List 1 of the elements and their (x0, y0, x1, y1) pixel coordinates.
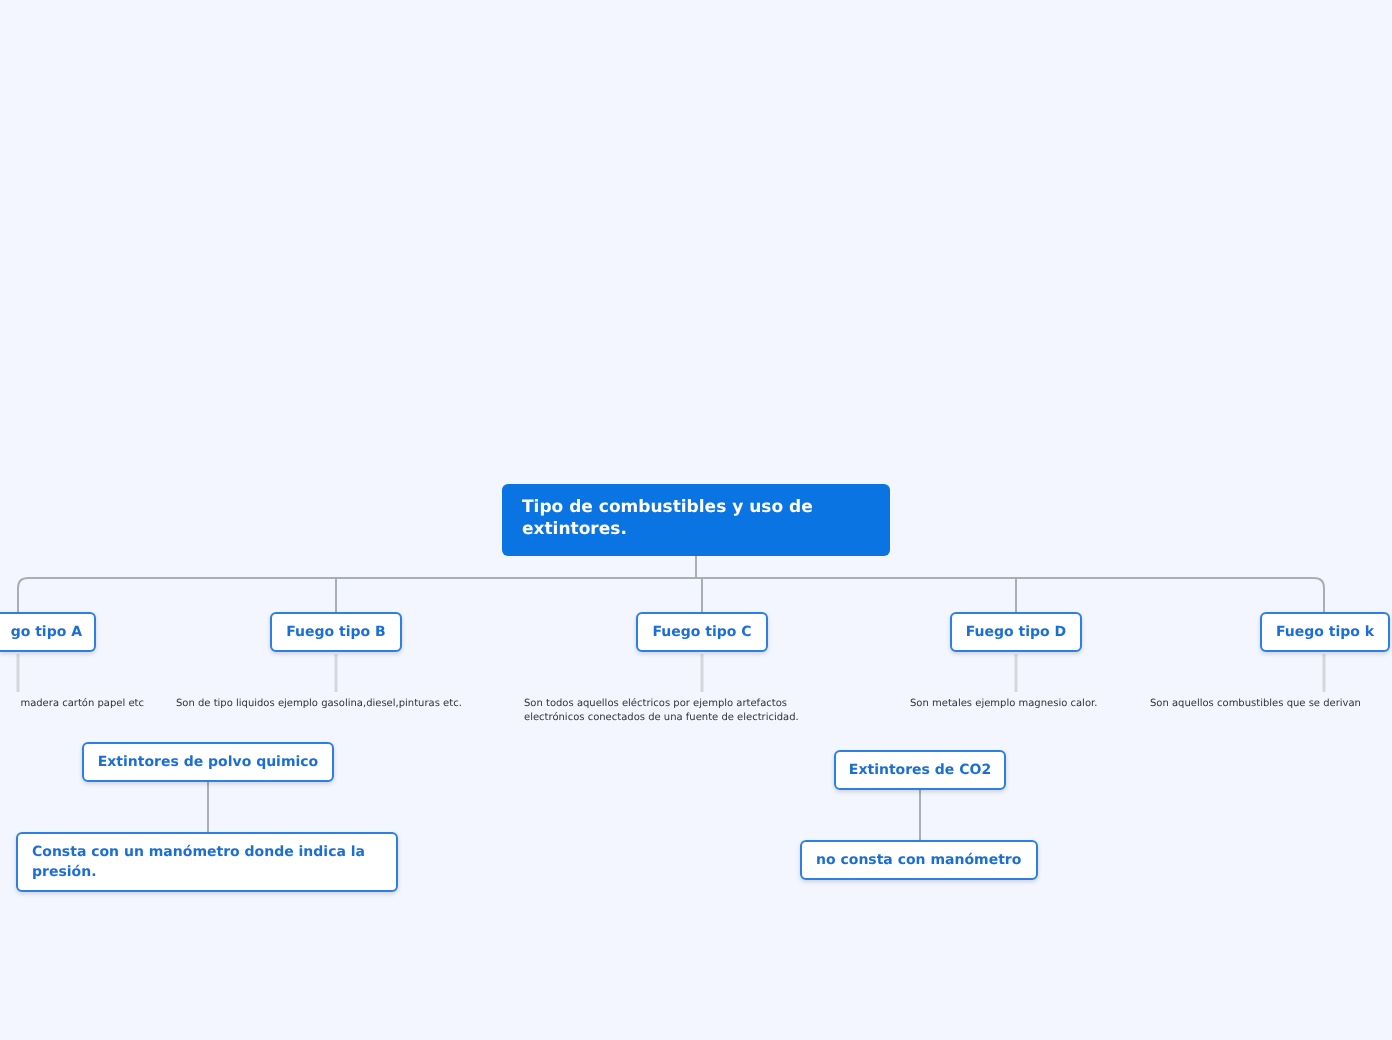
central-topic[interactable]: Tipo de combustibles y uso de extintores. (502, 484, 890, 556)
